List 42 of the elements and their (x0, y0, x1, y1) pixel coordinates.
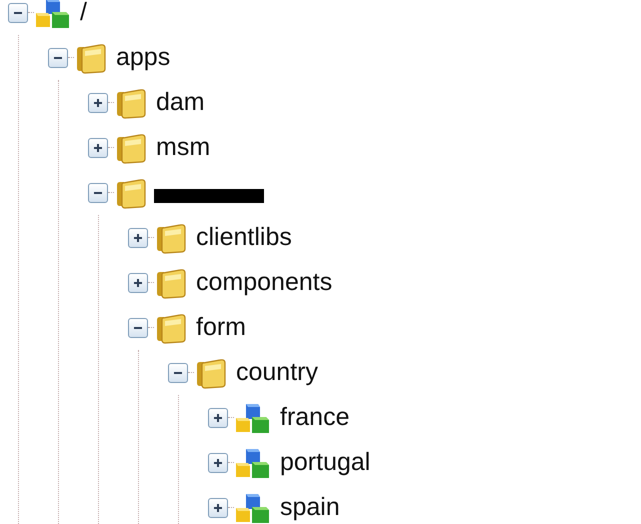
collapse-toggle[interactable] (8, 2, 28, 22)
node-label[interactable]: / (80, 0, 87, 25)
collapse-toggle[interactable] (128, 318, 148, 338)
plus-icon (132, 276, 144, 288)
node-label[interactable]: form (196, 315, 246, 340)
folder-icon (194, 356, 228, 388)
cubes-icon (234, 492, 272, 524)
folder-icon (114, 176, 148, 208)
expand-toggle[interactable] (128, 228, 148, 248)
node-label[interactable]: msm (156, 135, 210, 160)
node-label[interactable]: apps (116, 45, 170, 70)
node-label[interactable]: spain (280, 495, 340, 520)
plus-icon (212, 456, 224, 468)
folder-icon (154, 222, 188, 254)
expand-toggle[interactable] (88, 92, 108, 112)
plus-icon (92, 142, 104, 154)
collapse-toggle[interactable] (48, 48, 68, 68)
cubes-icon (34, 0, 72, 28)
expand-toggle[interactable] (128, 272, 148, 292)
folder-icon (114, 86, 148, 118)
expand-toggle[interactable] (88, 138, 108, 158)
collapse-toggle[interactable] (88, 182, 108, 202)
plus-icon (212, 502, 224, 514)
expand-toggle[interactable] (208, 408, 228, 428)
node-label[interactable]: france (280, 405, 350, 430)
folder-icon (154, 312, 188, 344)
plus-icon (92, 96, 104, 108)
plus-icon (132, 232, 144, 244)
folder-icon (74, 42, 108, 74)
cubes-icon (234, 402, 272, 434)
node-label[interactable]: portugal (280, 450, 370, 475)
node-label[interactable]: clientlibs (196, 225, 292, 250)
collapse-toggle[interactable] (168, 362, 188, 382)
node-label[interactable]: dam (156, 90, 205, 115)
plus-icon (212, 412, 224, 424)
expand-toggle[interactable] (208, 498, 228, 518)
folder-icon (154, 266, 188, 298)
node-label[interactable]: country (236, 360, 318, 385)
expand-toggle[interactable] (208, 452, 228, 472)
folder-icon (114, 132, 148, 164)
cubes-icon (234, 446, 272, 478)
node-label[interactable]: components (196, 270, 332, 295)
